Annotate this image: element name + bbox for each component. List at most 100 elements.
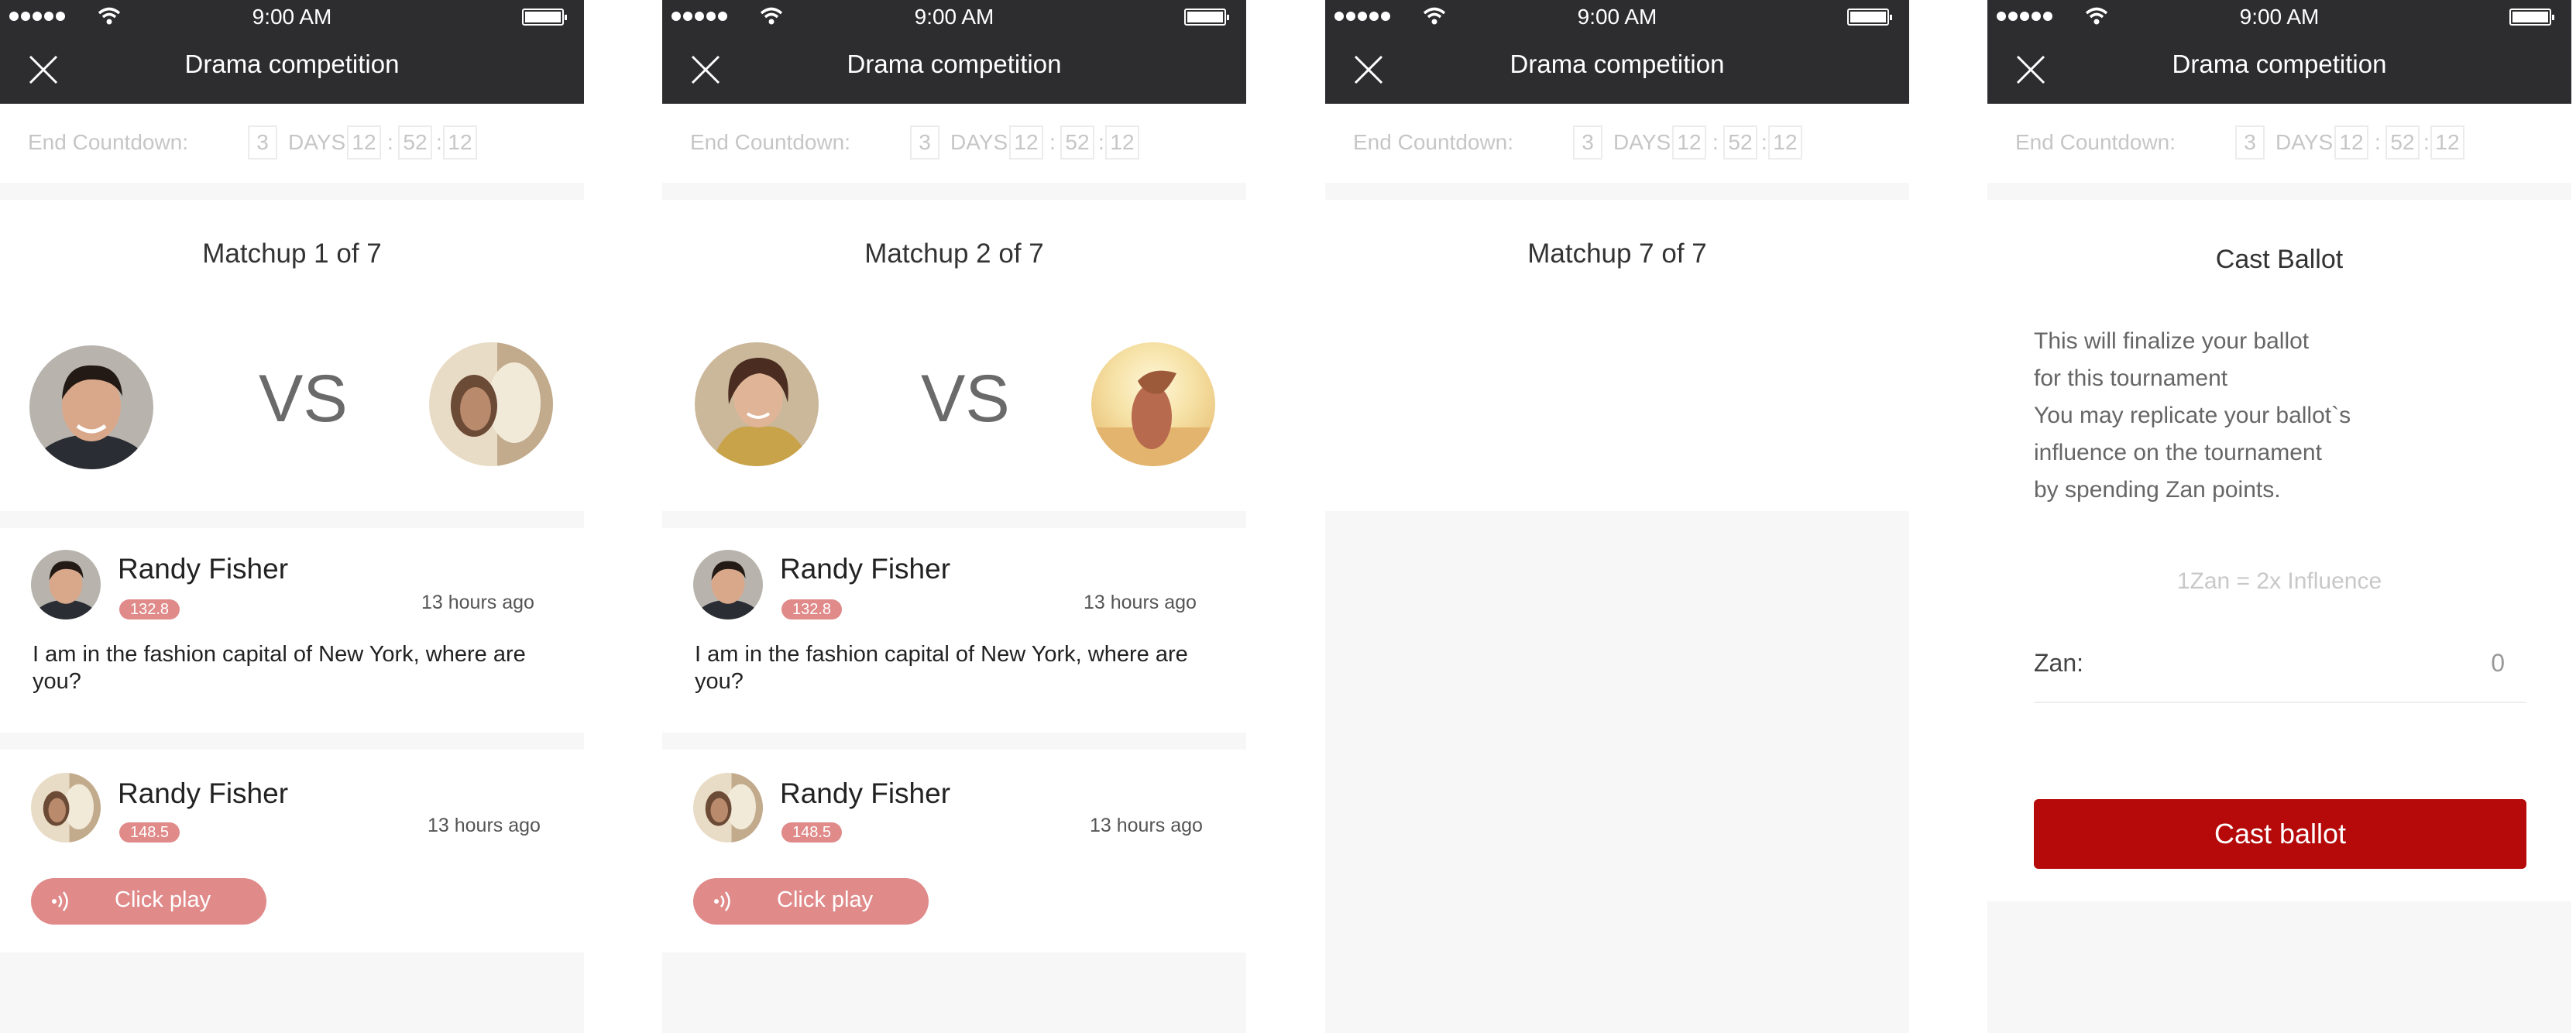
commenter-name[interactable]: Randy Fisher: [118, 553, 288, 585]
matchup-panel: Matchup 1 of 7 VS: [0, 200, 584, 511]
countdown-seconds: 12: [443, 125, 477, 160]
ballot-title: Cast Ballot: [2215, 245, 2344, 274]
countdown-minutes: 52: [1723, 125, 1757, 160]
ballot-text-line: for this tournament: [2034, 365, 2228, 391]
countdown-seconds: 12: [1105, 125, 1139, 160]
countdown-days: 3: [2235, 125, 2265, 160]
battery-icon: [1847, 9, 1892, 26]
screen-matchup-1: 9:00 AM Drama competition End Countdown:…: [0, 0, 584, 1033]
comment-card: Randy Fisher 132.8 13 hours ago I am in …: [662, 528, 1246, 733]
status-bar: 9:00 AM: [1325, 0, 1909, 34]
ballot-text-line: This will finalize your ballot: [2034, 328, 2310, 354]
countdown-label: End Countdown:: [2015, 130, 2176, 154]
countdown-hours: 12: [1672, 125, 1706, 160]
score-badge: 132.8: [781, 599, 843, 619]
page-title: Drama competition: [847, 50, 1062, 78]
zan-divider: [2034, 702, 2526, 703]
countdown-hours: 12: [347, 125, 381, 160]
countdown-label: End Countdown:: [28, 130, 189, 154]
contestant-a-avatar[interactable]: [695, 342, 819, 466]
matchup-panel: Matchup 2 of 7 VS: [662, 200, 1246, 511]
matchup-title: Matchup 1 of 7: [202, 239, 382, 269]
comment-timestamp: 13 hours ago: [1084, 592, 1197, 613]
audio-card: Randy Fisher 148.5 13 hours ago Click pl…: [0, 750, 584, 952]
nav-header: 9:00 AM Drama competition: [0, 0, 584, 104]
countdown-days-label: DAYS: [288, 130, 346, 154]
countdown-minutes: 52: [398, 125, 432, 160]
comment-card: Randy Fisher 132.8 13 hours ago I am in …: [0, 528, 584, 733]
contestant-b-avatar[interactable]: [429, 342, 553, 466]
status-time: 9:00 AM: [914, 5, 994, 29]
status-time: 9:00 AM: [1577, 5, 1657, 29]
page-title: Drama competition: [2172, 50, 2387, 78]
commenter-avatar[interactable]: [31, 550, 101, 619]
comment-timestamp: 13 hours ago: [1090, 815, 1203, 836]
countdown-label: End Countdown:: [1353, 130, 1514, 154]
countdown-seconds: 12: [1768, 125, 1802, 160]
status-time: 9:00 AM: [252, 5, 332, 29]
nav-header: 9:00 AM Drama competition: [1325, 0, 1909, 104]
countdown-minutes: 52: [1060, 125, 1094, 160]
page-title: Drama competition: [1510, 50, 1725, 78]
play-audio-button[interactable]: Click play: [31, 878, 266, 925]
play-audio-button[interactable]: Click play: [693, 878, 929, 925]
status-bar: 9:00 AM: [662, 0, 1246, 34]
screen-matchup-7: 9:00 AM Drama competition End Countdown:…: [1325, 0, 1909, 1033]
zan-rate-text: 1Zan = 2x Influence: [2176, 568, 2382, 594]
countdown-hours: 12: [2334, 125, 2368, 160]
comment-text: I am in the fashion capital of New York,…: [33, 642, 526, 694]
comment-timestamp: 13 hours ago: [428, 815, 541, 836]
nav-header: 9:00 AM Drama competition: [1987, 0, 2571, 104]
status-bar: 9:00 AM: [0, 0, 584, 34]
audio-card: Randy Fisher 148.5 13 hours ago Click pl…: [662, 750, 1246, 952]
countdown-hours: 12: [1009, 125, 1043, 160]
countdown-label: End Countdown:: [690, 130, 851, 154]
battery-icon: [522, 9, 567, 26]
ballot-text-line: influence on the tournament: [2034, 440, 2322, 465]
countdown-days-label: DAYS: [2275, 130, 2334, 154]
audio-wave-icon: [714, 891, 730, 911]
audio-wave-icon: [52, 891, 68, 911]
commenter-avatar[interactable]: [31, 773, 101, 843]
score-badge: 148.5: [781, 822, 843, 843]
vs-label: VS: [921, 362, 1010, 436]
commenter-name[interactable]: Randy Fisher: [780, 553, 950, 585]
play-label: Click play: [777, 887, 874, 912]
comment-text: I am in the fashion capital of New York,…: [695, 642, 1188, 694]
score-badge: 132.8: [119, 599, 180, 619]
countdown-bar: End Countdown: 3 DAYS 12 : 52 : 12: [0, 104, 584, 183]
battery-icon: [2509, 9, 2554, 26]
play-label: Click play: [115, 887, 211, 912]
contestant-b-avatar[interactable]: [1091, 342, 1215, 466]
countdown-minutes: 52: [2385, 125, 2420, 160]
ballot-text-line: You may replicate your ballot`s: [2034, 403, 2351, 428]
countdown-days: 3: [1573, 125, 1602, 160]
commenter-name[interactable]: Randy Fisher: [780, 777, 950, 810]
cast-ballot-button[interactable]: Cast ballot: [2034, 799, 2526, 869]
matchup-title: Matchup 2 of 7: [864, 239, 1044, 269]
countdown-bar: End Countdown: 3 DAYS 12 : 52 : 12: [1987, 104, 2571, 183]
status-bar: 9:00 AM: [1987, 0, 2571, 34]
screen-matchup-2: 9:00 AM Drama competition End Countdown:…: [662, 0, 1246, 1033]
battery-icon: [1184, 9, 1229, 26]
commenter-name[interactable]: Randy Fisher: [118, 777, 288, 810]
vs-label: VS: [259, 362, 348, 436]
comment-timestamp: 13 hours ago: [421, 592, 534, 613]
commenter-avatar[interactable]: [693, 550, 763, 619]
ballot-panel: Cast Ballot This will finalize your ball…: [1987, 200, 2571, 901]
matchup-title: Matchup 7 of 7: [1527, 239, 1707, 269]
ballot-text-line: by spending Zan points.: [2034, 477, 2281, 503]
contestant-a-avatar[interactable]: [29, 345, 153, 469]
countdown-bar: End Countdown: 3 DAYS 12 : 52 : 12: [662, 104, 1246, 183]
matchup-panel: Matchup 7 of 7: [1325, 200, 1909, 511]
commenter-avatar[interactable]: [693, 773, 763, 843]
zan-input[interactable]: 0: [2491, 649, 2505, 678]
countdown-seconds: 12: [2430, 125, 2464, 160]
countdown-days-label: DAYS: [950, 130, 1008, 154]
page-title: Drama competition: [184, 50, 400, 78]
countdown-bar: End Countdown: 3 DAYS 12 : 52 : 12: [1325, 104, 1909, 183]
countdown-days: 3: [248, 125, 277, 160]
screen-cast-ballot: 9:00 AM Drama competition End Countdown:…: [1987, 0, 2571, 1033]
countdown-days-label: DAYS: [1613, 130, 1671, 154]
countdown-days: 3: [910, 125, 939, 160]
